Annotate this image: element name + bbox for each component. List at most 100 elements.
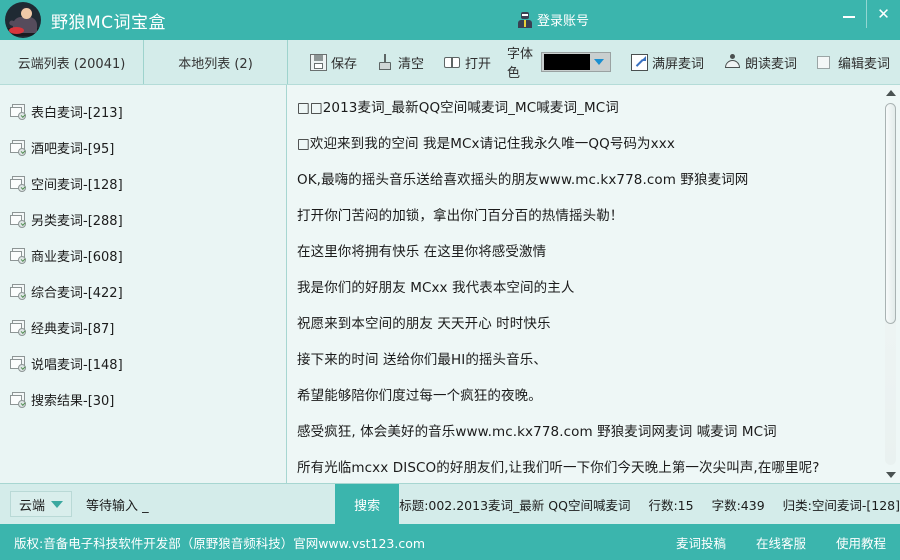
- open-label: 打开: [465, 56, 492, 72]
- sidebar-item-label: 空间麦词-[128]: [31, 177, 123, 193]
- sidebar-item-7[interactable]: 说唱麦词-[148]: [0, 345, 286, 381]
- scroll-up-icon[interactable]: [881, 85, 900, 101]
- source-label: 云端: [19, 498, 46, 514]
- open-button[interactable]: 打开: [434, 51, 501, 74]
- scrollbar-track[interactable]: [885, 103, 896, 465]
- footer-link-submit[interactable]: 麦词投稿: [676, 533, 726, 552]
- minimize-button[interactable]: [832, 0, 866, 28]
- sidebar-item-3[interactable]: 另类麦词-[288]: [0, 201, 286, 237]
- chevron-down-icon[interactable]: [590, 54, 608, 70]
- source-dropdown[interactable]: 云端: [10, 491, 73, 517]
- window-controls: ✕: [832, 0, 900, 30]
- sidebar-item-label: 表白麦词-[213]: [31, 105, 123, 121]
- font-color-label: 字体色: [507, 47, 534, 81]
- main-area: 表白麦词-[213] 酒吧麦词-[95] 空间麦词-[128] 另类麦词-[28…: [0, 85, 900, 483]
- user-icon: [518, 11, 532, 28]
- close-button[interactable]: ✕: [866, 0, 900, 28]
- search-input[interactable]: 等待输入 _: [86, 484, 335, 524]
- fullscreen-label: 满屏麦词: [651, 56, 704, 72]
- sidebar-item-label: 经典麦词-[87]: [31, 321, 115, 337]
- footer-link-support[interactable]: 在线客服: [756, 533, 806, 552]
- folder-check-icon: [10, 139, 27, 156]
- lyric-line: 感受疯狂, 体会美好的音乐www.mc.kx778.com 野狼麦词网麦词 喊麦…: [297, 424, 777, 440]
- app-title: 野狼MC词宝盒: [51, 12, 167, 33]
- speaker-person-icon: [724, 53, 741, 71]
- checkbox-icon[interactable]: [816, 55, 830, 69]
- footer-bar: 版权:音备电子科技软件开发部（原野狼音频科技）官网www.vst123.com …: [0, 524, 900, 560]
- folder-check-icon: [10, 247, 27, 264]
- status-title: 标题:002.2013麦词_最新 QQ空间喊麦词: [399, 497, 631, 513]
- folder-check-icon: [10, 283, 27, 300]
- edit-lyrics-checkbox[interactable]: 编辑麦词: [807, 51, 900, 74]
- sidebar-item-1[interactable]: 酒吧麦词-[95]: [0, 129, 286, 165]
- status-category: 归类:空间麦词-[128]: [782, 497, 900, 513]
- chevron-down-icon: [51, 500, 64, 508]
- category-sidebar[interactable]: 表白麦词-[213] 酒吧麦词-[95] 空间麦词-[128] 另类麦词-[28…: [0, 85, 287, 483]
- tab-cloud-list[interactable]: 云端列表 (20041): [0, 40, 143, 84]
- close-icon: ✕: [877, 5, 890, 23]
- sidebar-item-label: 说唱麦词-[148]: [31, 357, 123, 373]
- lyrics-panel: □□2013麦词_最新QQ空间喊麦词_MC喊麦词_MC词 □欢迎来到我的空间 我…: [287, 85, 900, 483]
- lyric-line: 希望能够陪你们度过每一个疯狂的夜晚。: [297, 388, 542, 404]
- sidebar-item-4[interactable]: 商业麦词-[608]: [0, 237, 286, 273]
- save-label: 保存: [331, 56, 358, 72]
- scroll-down-icon[interactable]: [881, 467, 900, 483]
- expand-arrows-icon: [630, 53, 648, 71]
- lyric-line: 在这里你将拥有快乐 在这里你将感受激情: [297, 244, 547, 260]
- sidebar-item-label: 商业麦词-[608]: [31, 249, 123, 265]
- sidebar-item-5[interactable]: 综合麦词-[422]: [0, 273, 286, 309]
- clear-button[interactable]: 清空: [367, 51, 434, 74]
- sidebar-item-6[interactable]: 经典麦词-[87]: [0, 309, 286, 345]
- minimize-icon: [843, 16, 855, 18]
- search-input-value: 等待输入 _: [86, 498, 149, 514]
- title-bar: 野狼MC词宝盒 登录账号 ✕: [0, 0, 900, 40]
- folder-check-icon: [10, 175, 27, 192]
- lyric-line: □□2013麦词_最新QQ空间喊麦词_MC喊麦词_MC词: [297, 100, 619, 116]
- fullscreen-button[interactable]: 满屏麦词: [621, 51, 714, 74]
- sidebar-item-label: 酒吧麦词-[95]: [31, 141, 115, 157]
- sidebar-item-8[interactable]: 搜索结果-[30]: [0, 381, 286, 417]
- app-window: 野狼MC词宝盒 登录账号 ✕ 云端列表 (20041) 本地列表 (2) 保存 …: [0, 0, 900, 560]
- lyric-line: 打开你门苦闷的加锁，拿出你门百分百的热情摇头勒！: [297, 208, 624, 224]
- toolbar-actions: 保存 清空 打开 字体色 满屏麦词 朗读麦词 编辑麦词: [288, 40, 900, 84]
- tab-local-list[interactable]: 本地列表 (2): [144, 40, 287, 84]
- sidebar-item-label: 搜索结果-[30]: [31, 393, 115, 409]
- clear-label: 清空: [398, 56, 425, 72]
- toolbar: 云端列表 (20041) 本地列表 (2) 保存 清空 打开 字体色 满屏麦词 …: [0, 40, 900, 85]
- edit-label: 编辑麦词: [837, 56, 890, 72]
- tab-local-list-label: 本地列表 (2): [178, 56, 253, 72]
- folder-check-icon: [10, 319, 27, 336]
- folder-check-icon: [10, 103, 27, 120]
- login-button[interactable]: 登录账号: [518, 10, 589, 29]
- lyric-line: □欢迎来到我的空间 我是MCx请记住我永久唯一QQ号码为xxx: [297, 136, 675, 152]
- lyrics-text[interactable]: □□2013麦词_最新QQ空间喊麦词_MC喊麦词_MC词 □欢迎来到我的空间 我…: [287, 85, 881, 483]
- save-button[interactable]: 保存: [300, 51, 367, 74]
- lyric-line: 祝愿来到本空间的朋友 天天开心 时时快乐: [297, 316, 551, 332]
- read-label: 朗读麦词: [744, 56, 797, 72]
- folder-check-icon: [10, 355, 27, 372]
- status-lines: 行数:15: [648, 497, 694, 513]
- broom-icon: [377, 53, 394, 71]
- status-words: 字数:439: [711, 497, 765, 513]
- font-color-swatch: [543, 54, 590, 70]
- read-aloud-button[interactable]: 朗读麦词: [714, 51, 807, 74]
- app-logo-icon: [5, 2, 41, 38]
- login-label: 登录账号: [537, 14, 590, 29]
- search-button[interactable]: 搜索: [335, 484, 400, 524]
- font-color-picker[interactable]: [540, 52, 611, 72]
- sidebar-item-label: 综合麦词-[422]: [31, 285, 123, 301]
- status-info: 标题:002.2013麦词_最新 QQ空间喊麦词 行数:15 字数:439 归类…: [399, 484, 900, 524]
- footer-link-tutorial[interactable]: 使用教程: [836, 533, 886, 552]
- lyric-line: 所有光临mcxx DISCO的好朋友们,让我们听一下你们今天晚上第一次尖叫声,在…: [297, 460, 820, 476]
- folder-check-icon: [10, 391, 27, 408]
- folder-check-icon: [10, 211, 27, 228]
- sidebar-item-2[interactable]: 空间麦词-[128]: [0, 165, 286, 201]
- floppy-disk-icon: [310, 53, 327, 71]
- scrollbar-thumb[interactable]: [885, 103, 896, 324]
- sidebar-item-0[interactable]: 表白麦词-[213]: [0, 93, 286, 129]
- sidebar-item-label: 另类麦词-[288]: [31, 213, 123, 229]
- vertical-scrollbar[interactable]: [881, 85, 900, 483]
- lyric-line: 我是你们的好朋友 MCxx 我代表本空间的主人: [297, 280, 575, 296]
- status-bar: 云端 等待输入 _ 搜索 标题:002.2013麦词_最新 QQ空间喊麦词 行数…: [0, 483, 900, 524]
- lyric-line: 接下来的时间 送给你们最HI的摇头音乐、: [297, 352, 547, 368]
